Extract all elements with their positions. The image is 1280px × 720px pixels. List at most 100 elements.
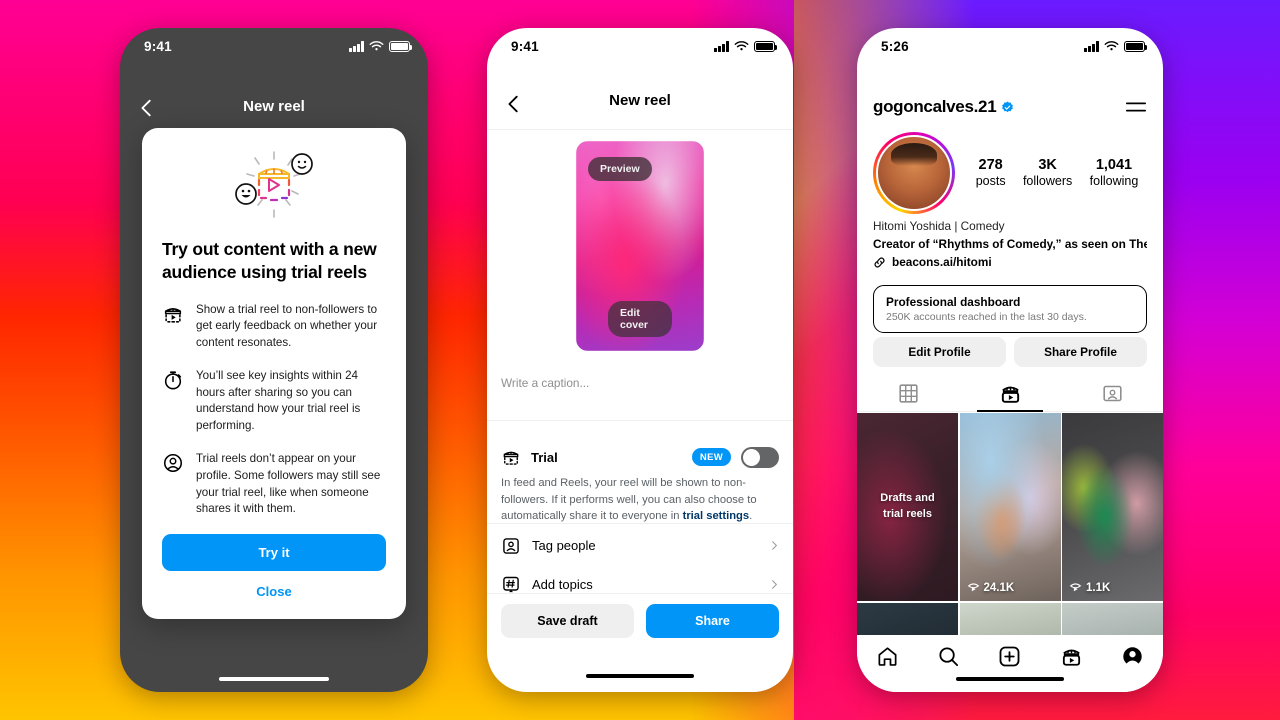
signal-bars-icon (349, 41, 364, 52)
view-count-value: 1.1K (1086, 581, 1111, 594)
reels-icon (1001, 386, 1019, 403)
profile-icon[interactable] (1121, 645, 1144, 668)
trial-description: In feed and Reels, your reel will be sho… (501, 475, 779, 525)
signal-bars-icon (1084, 41, 1099, 52)
composer-actions: Save draft Share (487, 593, 793, 648)
hamburger-icon[interactable] (1125, 98, 1147, 116)
close-button[interactable]: Close (162, 571, 386, 603)
share-profile-button[interactable]: Share Profile (1014, 337, 1147, 367)
stat-label: followers (1022, 174, 1073, 189)
view-count: 24.1K (967, 581, 1014, 594)
grid-cell[interactable]: Drafts and trial reels (857, 413, 958, 601)
bio-name: Hitomi Yoshida | Comedy (873, 219, 1005, 233)
save-draft-button[interactable]: Save draft (501, 604, 634, 638)
reel-cover-thumbnail[interactable]: Preview Edit cover (576, 141, 704, 351)
menu-item-tag-people[interactable]: Tag people (487, 526, 793, 565)
divider (487, 420, 793, 421)
nav-bar: New reel (120, 92, 428, 132)
hashtag-icon (503, 576, 519, 592)
profile-action-buttons: Edit Profile Share Profile (873, 337, 1147, 367)
trial-label: Trial (531, 449, 558, 465)
bio-link-row[interactable]: beacons.ai/hitomi (873, 255, 1147, 269)
bullet-item: Trial reels don’t appear on your profile… (162, 451, 386, 518)
person-circle-icon (163, 454, 183, 473)
share-button[interactable]: Share (646, 604, 779, 638)
caption-field[interactable]: Write a caption... (487, 368, 793, 390)
trial-settings-link[interactable]: trial settings (683, 510, 750, 522)
profile-bio: Hitomi Yoshida | Comedy Creator of “Rhyt… (857, 218, 1163, 269)
try-it-button[interactable]: Try it (162, 534, 386, 572)
tab-grid[interactable] (857, 376, 959, 411)
grid-cell[interactable]: 24.1K (959, 413, 1061, 601)
stat-value: 278 (978, 157, 1003, 174)
edit-profile-button[interactable]: Edit Profile (873, 337, 1006, 367)
stat-posts[interactable]: 278 posts (976, 156, 1006, 190)
home-indicator (219, 676, 329, 681)
bottom-tab-bar (857, 635, 1163, 692)
status-bar: 5:26 (857, 28, 1163, 70)
page-title: New reel (609, 92, 671, 109)
home-icon[interactable] (876, 645, 899, 668)
profile-media-grid: Drafts and trial reels 24.1K 1.1K (857, 413, 1163, 635)
status-time: 9:41 (144, 39, 172, 54)
back-chevron-left-icon[interactable] (136, 97, 158, 119)
dashboard-subtitle: 250K accounts reached in the last 30 day… (886, 311, 1087, 323)
preview-pill[interactable]: Preview (588, 157, 652, 181)
bullet-item: Show a trial reel to non-followers to ge… (162, 302, 386, 352)
toggle-knob (743, 448, 760, 466)
grid-cell[interactable] (857, 602, 958, 635)
avatar[interactable] (873, 132, 955, 214)
professional-dashboard-card[interactable]: Professional dashboard 250K accounts rea… (873, 285, 1147, 333)
tagged-icon (1102, 385, 1122, 402)
stat-label: posts (975, 174, 1006, 189)
trial-reel-sparkle-icon (162, 150, 386, 220)
grid-cell[interactable] (959, 602, 1061, 635)
stat-followers[interactable]: 3K followers (1023, 156, 1072, 190)
caption-placeholder: Write a caption... (501, 376, 590, 390)
trial-reels-intro-sheet: Try out content with a new audience usin… (142, 128, 406, 620)
search-icon[interactable] (937, 645, 960, 668)
wifi-icon (369, 41, 384, 51)
tab-reels[interactable] (959, 376, 1061, 412)
grid-cell[interactable]: 1.1K (1062, 413, 1163, 601)
tab-tagged[interactable] (1061, 376, 1163, 411)
stat-following[interactable]: 1,041 following (1090, 156, 1139, 190)
grid-icon (898, 384, 918, 403)
trial-section: Trial NEW In feed and Reels, your reel w… (487, 432, 793, 525)
dashboard-title: Professional dashboard (886, 295, 1021, 309)
battery-icon (389, 41, 413, 52)
phone-3-profile: 5:26 gogoncalves.21 278 posts 3K followe… (857, 28, 1163, 692)
grid-cell[interactable] (1062, 602, 1163, 635)
profile-header: gogoncalves.21 (857, 86, 1163, 128)
back-chevron-left-icon[interactable] (503, 93, 525, 115)
phone-2-new-reel-composer: 9:41 New reel Preview Edit cover Write a… (487, 28, 793, 692)
link-icon (874, 257, 885, 268)
edit-cover-pill[interactable]: Edit cover (608, 301, 672, 337)
status-bar: 9:41 (120, 28, 428, 68)
play-count-icon (1069, 583, 1082, 592)
bullet-item: You’ll see key insights within 24 hours … (162, 368, 386, 435)
chevron-right-icon (772, 541, 777, 550)
verified-badge-icon (1002, 101, 1014, 112)
bullet-text: Show a trial reel to non-followers to ge… (196, 302, 378, 350)
battery-icon (754, 41, 778, 52)
create-icon[interactable] (998, 645, 1021, 668)
bio-description: Creator of “Rhythms of Comedy,” as seen … (873, 236, 1147, 251)
reel-dashed-icon (503, 451, 519, 465)
divider (487, 523, 793, 524)
menu-item-label: Tag people (532, 538, 596, 553)
bullet-text: Trial reels don’t appear on your profile… (196, 452, 381, 516)
reels-icon[interactable] (1060, 645, 1083, 668)
profile-username[interactable]: gogoncalves.21 (873, 97, 997, 117)
reel-dashed-icon (164, 307, 182, 323)
tag-people-icon (503, 537, 519, 554)
chevron-right-icon (772, 580, 777, 589)
profile-stats-row: 278 posts 3K followers 1,041 following (857, 132, 1163, 214)
battery-icon (1124, 41, 1148, 52)
wifi-icon (1104, 41, 1119, 51)
sheet-title: Try out content with a new audience usin… (162, 239, 377, 282)
new-badge: NEW (691, 448, 731, 466)
stat-value: 1,041 (1095, 157, 1133, 174)
status-time: 9:41 (511, 39, 539, 54)
trial-toggle[interactable] (741, 446, 779, 468)
